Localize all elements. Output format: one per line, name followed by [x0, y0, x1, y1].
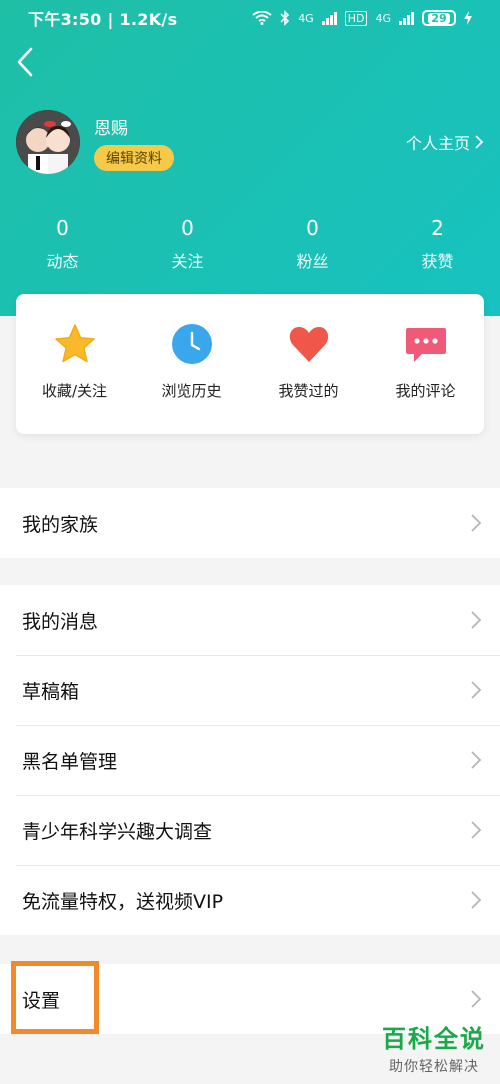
quick-favorites[interactable]: 收藏/关注: [16, 294, 133, 434]
stat-label: 粉丝: [296, 252, 329, 271]
stat-value: 2: [431, 216, 444, 240]
stat-label: 获赞: [421, 252, 454, 271]
menu-item-label: 免流量特权，送视频VIP: [22, 890, 224, 913]
personal-homepage-link[interactable]: 个人主页: [406, 130, 484, 154]
battery-icon: 29: [422, 10, 456, 26]
chevron-right-icon: [471, 681, 482, 699]
menu-item-blacklist[interactable]: 黑名单管理: [0, 725, 500, 795]
charging-icon: [464, 11, 472, 25]
status-time-speed: 下午3:50 | 1.2K/s: [28, 10, 178, 29]
avatar-image: [16, 110, 80, 174]
chevron-right-icon: [471, 751, 482, 769]
quick-actions-card: 收藏/关注 浏览历史 我赞过的 我的评论: [16, 294, 484, 434]
quick-label: 浏览历史: [161, 382, 222, 400]
chevron-right-icon: [471, 821, 482, 839]
menu-item-label: 我的家族: [22, 513, 99, 536]
menu-item-label: 草稿箱: [22, 680, 80, 703]
quick-comments[interactable]: 我的评论: [367, 294, 484, 434]
settings-highlight-box: [11, 961, 99, 1034]
stat-followers[interactable]: 0 粉丝: [250, 214, 375, 272]
menu-item-messages[interactable]: 我的消息: [0, 585, 500, 655]
menu-item-family[interactable]: 我的家族: [0, 488, 500, 558]
avatar[interactable]: [16, 110, 80, 174]
stat-label: 关注: [171, 252, 204, 271]
chevron-right-icon: [475, 135, 484, 149]
watermark-title: 百科全说: [382, 1025, 486, 1053]
watermark-subtitle: 助你轻松解决: [389, 1059, 479, 1075]
quick-liked[interactable]: 我赞过的: [250, 294, 367, 434]
back-arrow-icon: [17, 47, 33, 77]
homepage-label: 个人主页: [405, 134, 470, 153]
signal-icon: [321, 11, 337, 25]
stat-posts[interactable]: 0 动态: [0, 214, 125, 272]
menu-item-label: 我的消息: [22, 610, 99, 633]
stat-value: 0: [181, 216, 194, 240]
edit-profile-button[interactable]: 编辑资料: [94, 144, 174, 171]
quick-label: 收藏/关注: [41, 382, 108, 400]
profile-section: 恩赐 编辑资料: [16, 110, 174, 174]
menu-section-family: 我的家族: [0, 488, 500, 558]
heart-icon: [289, 327, 328, 362]
comment-icon: [405, 328, 446, 362]
star-icon: [54, 324, 95, 363]
network-4g-label: 4G: [298, 11, 314, 25]
wifi-icon: [252, 11, 272, 25]
back-button[interactable]: [10, 44, 40, 80]
chevron-right-icon: [471, 514, 482, 532]
username: 恩赐: [94, 118, 128, 139]
watermark: 百科全说 助你轻松解决: [382, 1024, 486, 1076]
signal-icon-2: [399, 11, 414, 25]
quick-history[interactable]: 浏览历史: [133, 294, 250, 434]
stat-value: 0: [306, 216, 319, 240]
menu-item-survey[interactable]: 青少年科学兴趣大调查: [0, 795, 500, 865]
menu-item-label: 黑名单管理: [22, 750, 118, 773]
status-bar: 下午3:50 | 1.2K/s 4G HD 4G 29: [0, 0, 500, 36]
stat-value: 0: [56, 216, 69, 240]
bluetooth-icon: [280, 10, 290, 26]
clock-icon: [171, 324, 212, 364]
menu-item-vip[interactable]: 免流量特权，送视频VIP: [0, 865, 500, 935]
battery-level: 29: [428, 12, 450, 24]
stat-label: 动态: [46, 252, 79, 271]
chevron-right-icon: [471, 891, 482, 909]
menu-section-main: 我的消息 草稿箱 黑名单管理 青少年科学兴趣大调查 免流量特权，送视频VIP: [0, 585, 500, 935]
quick-label: 我赞过的: [278, 382, 339, 400]
chevron-right-icon: [471, 611, 482, 629]
menu-item-drafts[interactable]: 草稿箱: [0, 655, 500, 725]
stat-following[interactable]: 0 关注: [125, 214, 250, 272]
stat-likes[interactable]: 2 获赞: [375, 214, 500, 272]
quick-label: 我的评论: [395, 382, 456, 400]
chevron-right-icon: [471, 990, 482, 1008]
hd-label: HD: [344, 10, 368, 26]
stats-row: 0 动态 0 关注 0 粉丝 2 获赞: [0, 214, 500, 272]
network-4g-label-2: 4G: [375, 11, 391, 25]
menu-item-label: 青少年科学兴趣大调查: [22, 820, 213, 843]
